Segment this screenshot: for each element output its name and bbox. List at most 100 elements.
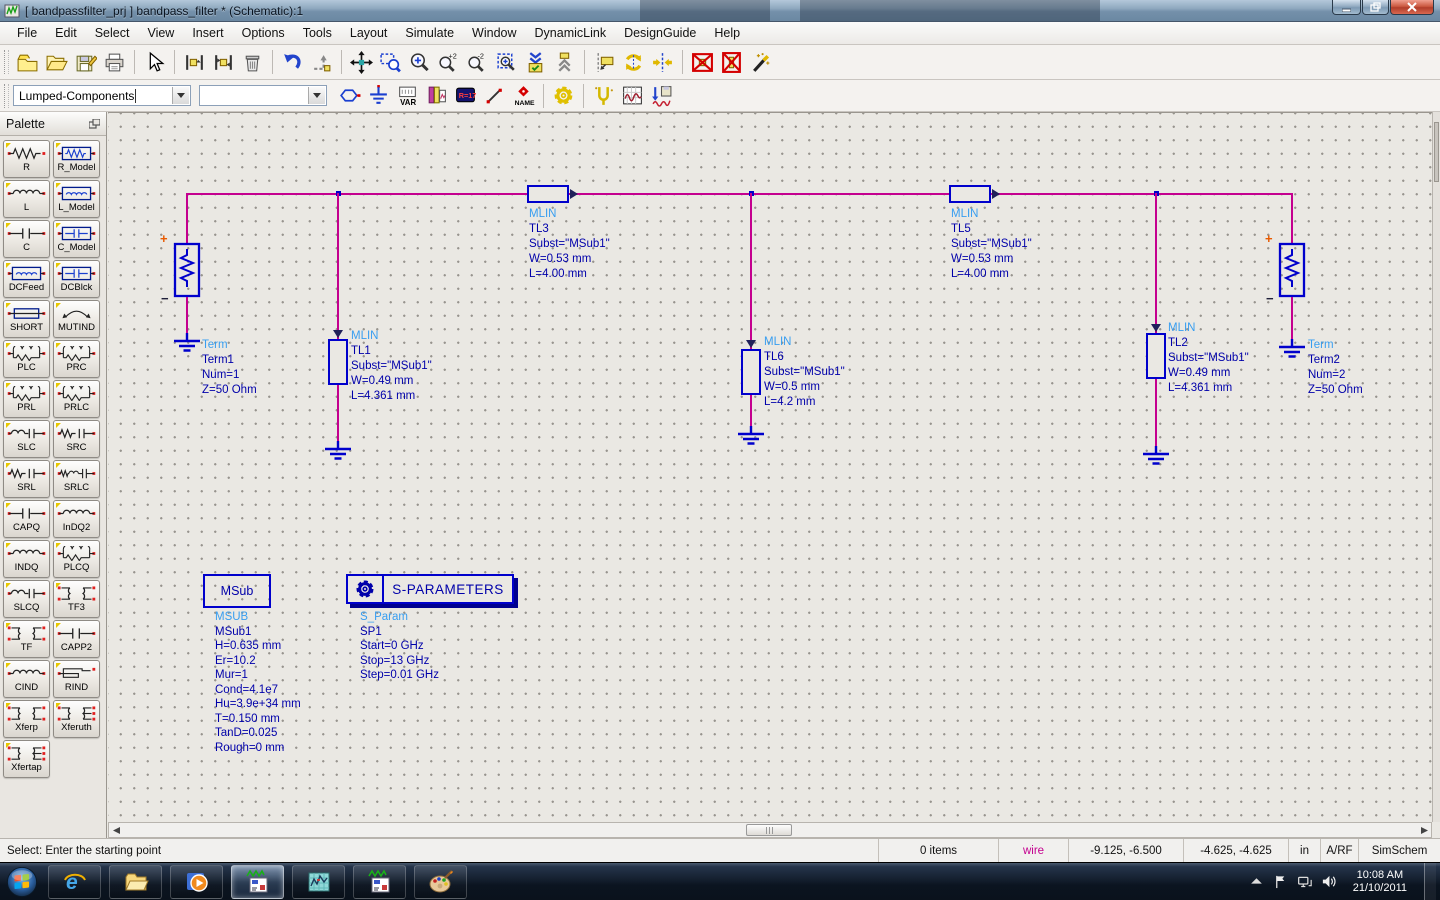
taskbar-paint[interactable] xyxy=(414,865,467,899)
menu-layout[interactable]: Layout xyxy=(341,23,397,43)
taskbar-ads-schematic-2[interactable] xyxy=(353,865,406,899)
menu-view[interactable]: View xyxy=(138,23,183,43)
insert-port-button[interactable] xyxy=(335,82,364,109)
wire-label-button[interactable] xyxy=(590,49,619,76)
deactivate-button[interactable] xyxy=(688,49,717,76)
wire[interactable] xyxy=(750,193,752,349)
zoom-area-button[interactable] xyxy=(376,49,405,76)
wire[interactable] xyxy=(337,385,339,441)
palette-item-SRL[interactable]: SRL xyxy=(3,460,50,498)
menu-simulate[interactable]: Simulate xyxy=(396,23,463,43)
term2-symbol[interactable] xyxy=(1278,241,1306,299)
insert-pin-label-button[interactable] xyxy=(180,49,209,76)
palette-item-L_Model[interactable]: L_Model xyxy=(53,180,100,218)
undo-button[interactable] xyxy=(278,49,307,76)
tl5-labels[interactable]: MLIN TL5 Subst="MSub1" W=0.53 mm L=4.00 … xyxy=(951,207,1032,282)
horizontal-scrollbar[interactable] xyxy=(108,822,1432,838)
palette-item-RIND[interactable]: RIND xyxy=(53,660,100,698)
ground-symbol[interactable] xyxy=(736,426,766,446)
palette-item-CIND[interactable]: CIND xyxy=(3,660,50,698)
tl3-labels[interactable]: MLIN TL3 Subst="MSub1" W=0.53 mm L=4.00 … xyxy=(529,207,610,282)
menu-help[interactable]: Help xyxy=(705,23,749,43)
start-button[interactable] xyxy=(0,863,44,900)
palette-item-DCBlck[interactable]: DCBlck xyxy=(53,260,100,298)
pop-out-of-hierarchy-button[interactable] xyxy=(550,49,579,76)
scroll-right-arrow[interactable] xyxy=(1417,823,1431,837)
taskbar-ads-schematic[interactable] xyxy=(231,865,284,899)
zoom-to-selection-button[interactable] xyxy=(492,49,521,76)
menu-insert[interactable]: Insert xyxy=(183,23,232,43)
palette-item-INDQ[interactable]: INDQ xyxy=(3,540,50,578)
save-button[interactable] xyxy=(71,49,100,76)
palette-item-SHORT[interactable]: SHORT xyxy=(3,300,50,338)
wire[interactable] xyxy=(187,193,1293,195)
insert-var-button[interactable]: VAR xyxy=(393,82,422,109)
ground-symbol[interactable] xyxy=(172,333,202,353)
palette-item-R[interactable]: R xyxy=(3,140,50,178)
palette-item-TF3[interactable]: TF3 xyxy=(53,580,100,618)
insert-wire-button[interactable] xyxy=(480,82,509,109)
palette-item-PRLC[interactable]: PRLC xyxy=(53,380,100,418)
volume-icon[interactable] xyxy=(1321,874,1336,889)
wire[interactable] xyxy=(186,297,188,333)
msub-labels[interactable]: MSUB MSub1 H=0.635 mm Er=10.2 Mur=1 Cond… xyxy=(215,610,301,755)
set-origin-button[interactable] xyxy=(307,49,336,76)
palette-item-PLC[interactable]: PLC xyxy=(3,340,50,378)
palette-item-PRC[interactable]: PRC xyxy=(53,340,100,378)
ground-symbol[interactable] xyxy=(1141,446,1171,466)
palette-item-SLCQ[interactable]: SLCQ xyxy=(3,580,50,618)
wire[interactable] xyxy=(1291,193,1293,244)
select-pointer-button[interactable] xyxy=(140,49,169,76)
push-into-hierarchy-button[interactable] xyxy=(521,49,550,76)
ground-symbol[interactable] xyxy=(1277,339,1307,359)
new-button[interactable] xyxy=(13,49,42,76)
palette-item-CAPP2[interactable]: CAPP2 xyxy=(53,620,100,658)
palette-item-L[interactable]: L xyxy=(3,180,50,218)
scrollbar-thumb[interactable] xyxy=(746,824,792,836)
component-select[interactable] xyxy=(199,85,327,106)
show-desktop-button[interactable] xyxy=(1424,863,1436,900)
smart-simulation-wizard-button[interactable] xyxy=(746,49,775,76)
taskbar-media-player[interactable] xyxy=(170,865,223,899)
palette-item-Xferp[interactable]: Xferp xyxy=(3,700,50,738)
palette-item-PLCQ[interactable]: PLCQ xyxy=(53,540,100,578)
taskbar-ads-data-display[interactable] xyxy=(292,865,345,899)
print-button[interactable] xyxy=(100,49,129,76)
zoom-in-x2-button[interactable]: +2 xyxy=(434,49,463,76)
data-display-button[interactable] xyxy=(618,82,647,109)
term1-symbol[interactable] xyxy=(173,241,201,299)
wire-name-button[interactable]: NAME xyxy=(509,82,538,109)
vertical-scrollbar[interactable] xyxy=(1432,112,1440,822)
title-bar[interactable]: [ bandpassfilter_prj ] bandpass_filter *… xyxy=(0,0,1440,22)
toolbar-grip[interactable] xyxy=(4,50,9,74)
zoom-in-button[interactable] xyxy=(405,49,434,76)
tl5-symbol[interactable] xyxy=(949,185,991,203)
palette-item-SRLC[interactable]: SRLC xyxy=(53,460,100,498)
tl2-labels[interactable]: MLIN TL2 Subst="MSub1" W=0.49 mm L=4.361… xyxy=(1168,321,1249,396)
toolbar-grip[interactable] xyxy=(4,84,9,108)
tray-expand-icon[interactable] xyxy=(1249,874,1264,889)
component-parameters-button[interactable]: R=17 xyxy=(451,82,480,109)
menu-designguide[interactable]: DesignGuide xyxy=(615,23,705,43)
tune-button[interactable] xyxy=(589,82,618,109)
palette-select[interactable]: Lumped-Components xyxy=(13,85,191,106)
swap-pins-button[interactable] xyxy=(209,49,238,76)
zoom-out-x2-button[interactable]: -2 xyxy=(463,49,492,76)
palette-item-CAPQ[interactable]: CAPQ xyxy=(3,500,50,538)
simulate-button[interactable] xyxy=(549,82,578,109)
delete-button[interactable] xyxy=(238,49,267,76)
chevron-down-icon[interactable] xyxy=(308,87,325,104)
scroll-left-arrow[interactable] xyxy=(109,823,123,837)
term1-labels[interactable]: Term Term1 Num=1 Z=50 Ohm xyxy=(202,338,257,398)
wire[interactable] xyxy=(337,193,339,339)
palette-item-SRC[interactable]: SRC xyxy=(53,420,100,458)
sparams-labels[interactable]: S_Param SP1 Start=0 GHz Stop=13 GHz Step… xyxy=(360,610,439,683)
wire[interactable] xyxy=(1155,193,1157,333)
palette-item-C_Model[interactable]: C_Model xyxy=(53,220,100,258)
tl6-labels[interactable]: MLIN TL6 Subst="MSub1" W=0.5 mm L=4.2 mm xyxy=(764,335,845,410)
palette-item-SLC[interactable]: SLC xyxy=(3,420,50,458)
insert-ground-button[interactable] xyxy=(364,82,393,109)
palette-item-C[interactable]: C xyxy=(3,220,50,258)
s-parameters-block[interactable]: S-PARAMETERS xyxy=(346,574,514,604)
term2-labels[interactable]: Term Term2 Num=2 Z=50 Ohm xyxy=(1308,338,1363,398)
